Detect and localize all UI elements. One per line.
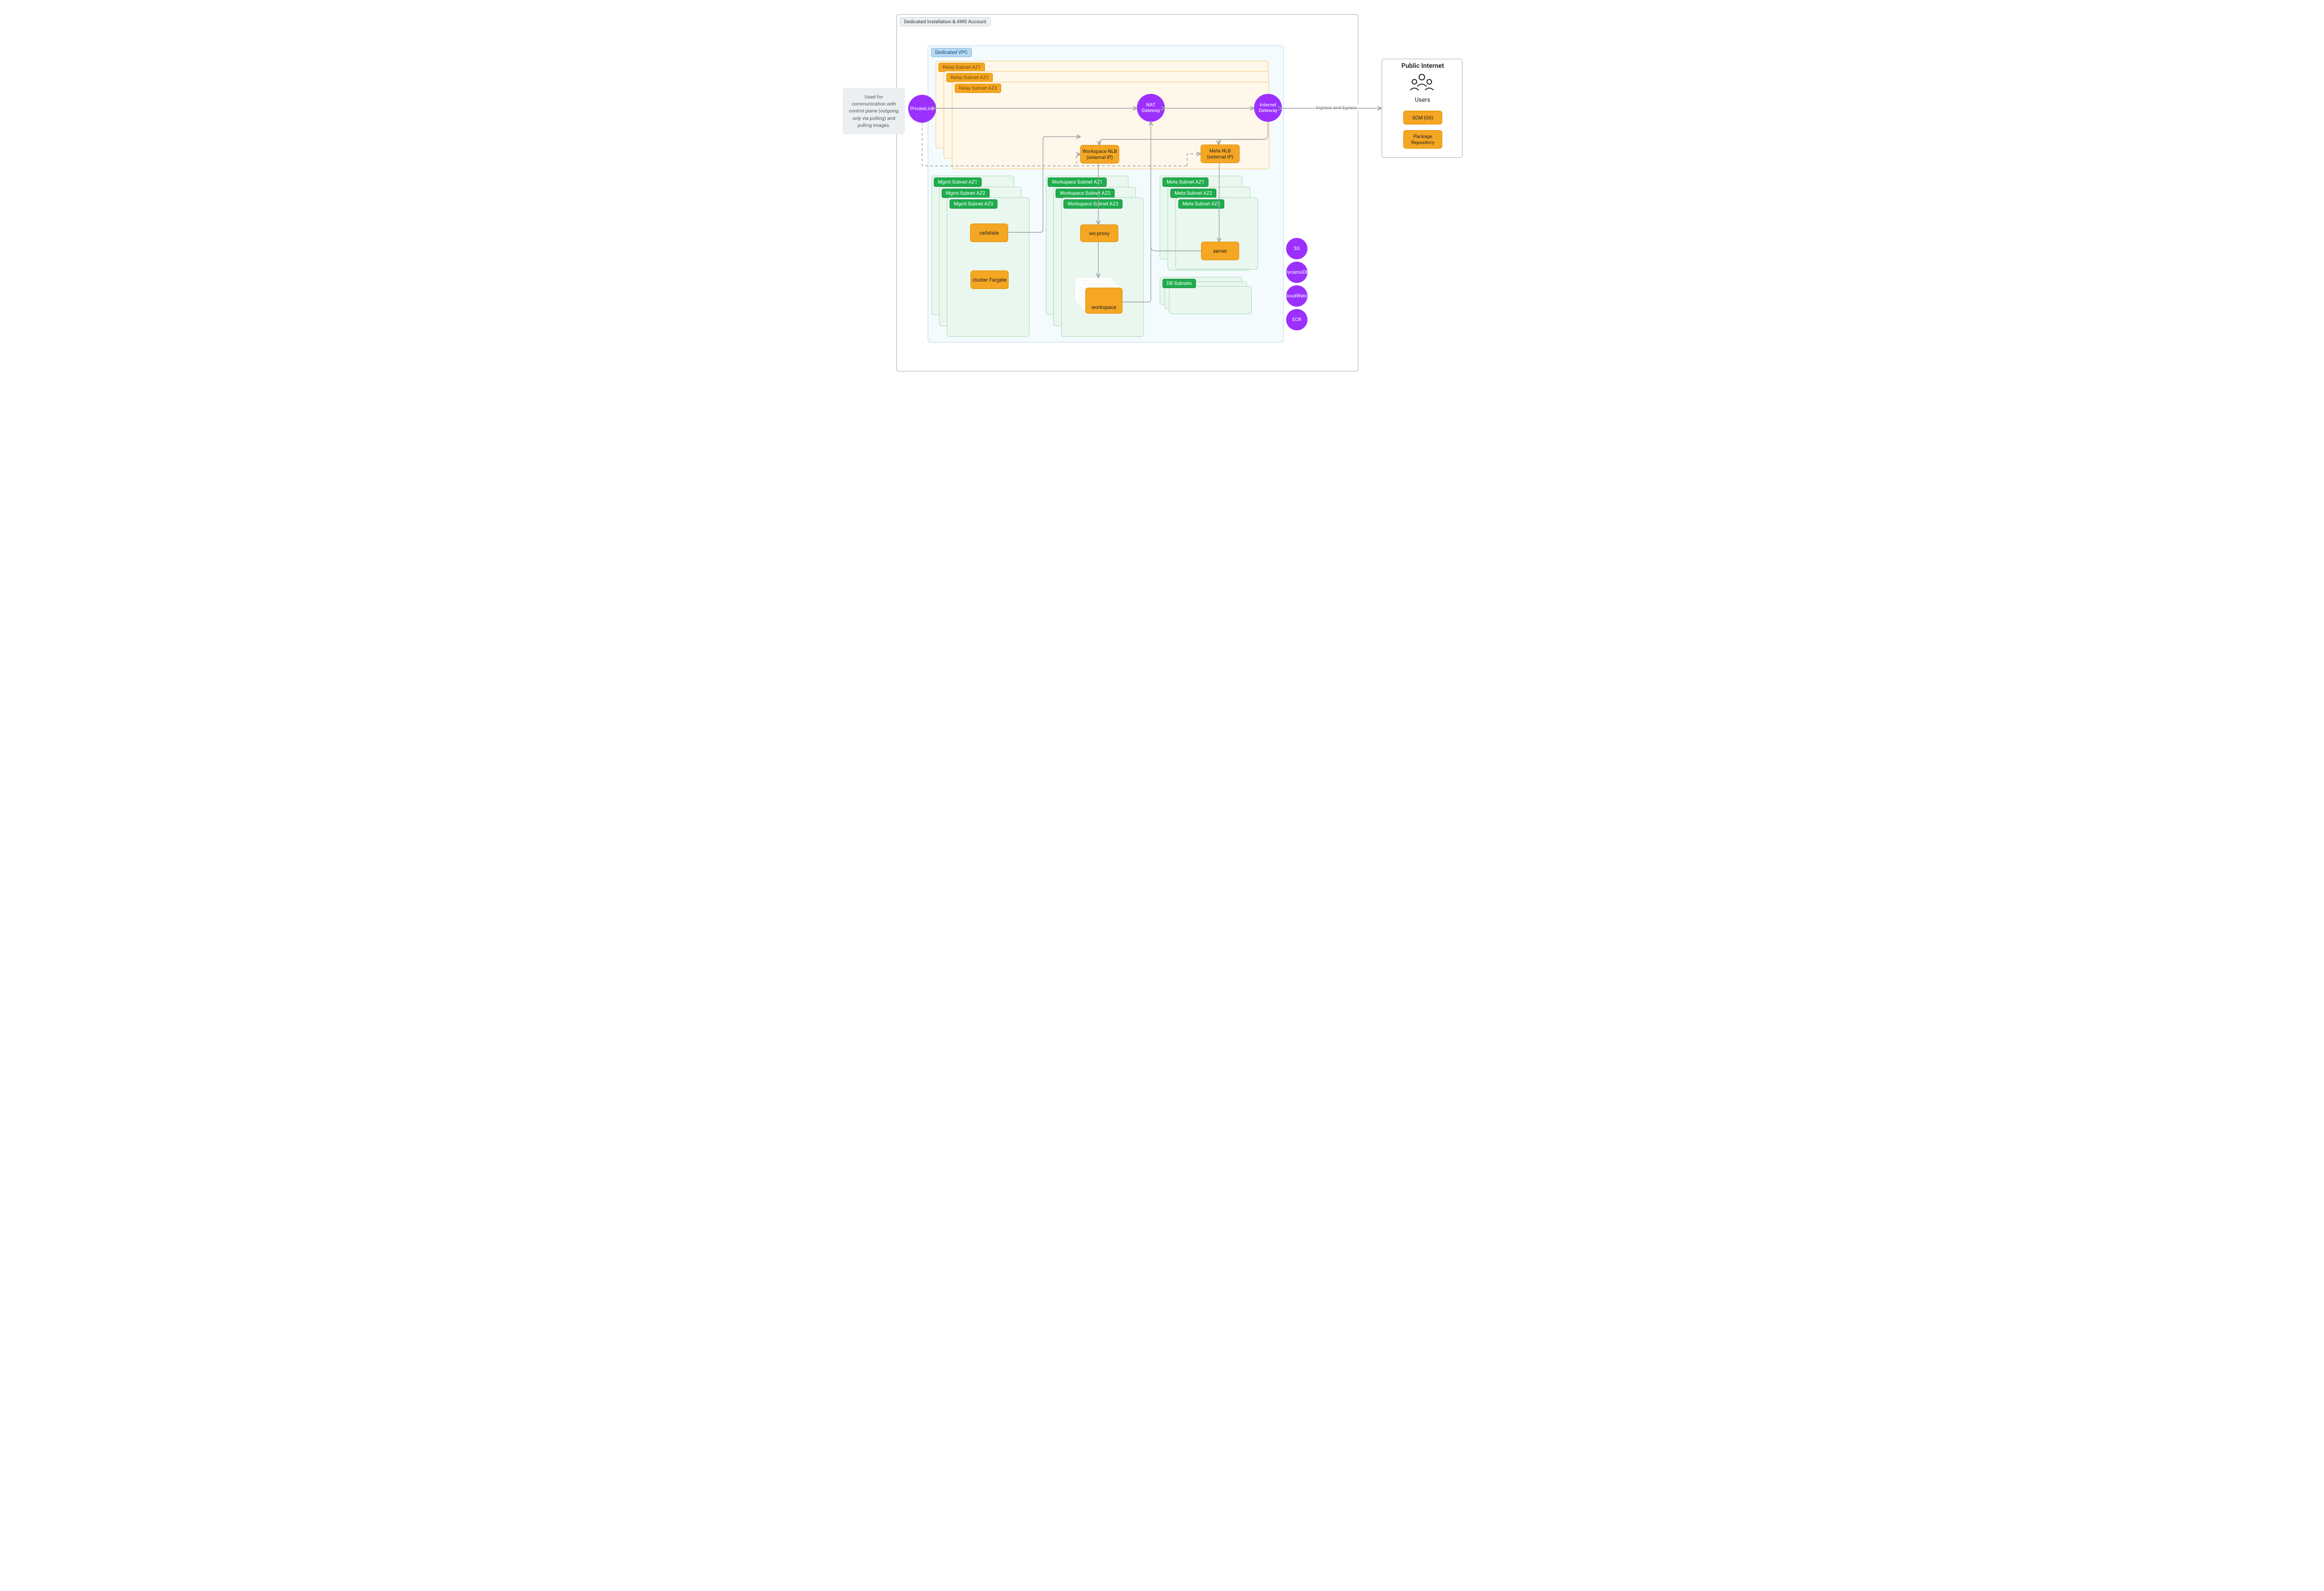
internet-gateway-circle: Internet Gateway: [1254, 94, 1282, 122]
public-internet-title: Public Internet: [1401, 62, 1444, 70]
meta-az3-label: Meta Subnet AZ3: [1178, 199, 1224, 209]
workspace-subnet-az3: [1061, 197, 1144, 337]
note-line2: via polling) and pulling images.: [858, 115, 896, 128]
ingress-egress-label: Ingress and Egress: [1314, 105, 1359, 111]
scm-git: SCM (Git): [1403, 111, 1442, 125]
workspace-service: workspace: [1085, 288, 1122, 314]
cellstate-service: cellstate: [970, 224, 1008, 242]
db-subnet-layer-3: [1169, 286, 1252, 314]
db-subnets-label: DB Subnets: [1162, 279, 1196, 288]
meta-az1-label: Meta Subnet AZ1: [1162, 178, 1208, 187]
mgmt-az3-label: Mgmt Subnet AZ3: [950, 199, 997, 209]
s3-circle: S3: [1286, 238, 1307, 259]
ws-az2-label: Workspace Subnet AZ2: [1056, 189, 1115, 198]
diagram-stage: Dedicated Installation & AWS Account Ded…: [813, 0, 1511, 398]
nat-gateway-circle: NAT Gateway: [1137, 94, 1165, 122]
cluster-fargate-service: cluster Fargate: [971, 270, 1009, 289]
ws-proxy-service: ws-proxy: [1080, 224, 1118, 242]
package-repository: Package Repository: [1403, 130, 1442, 149]
cloudwatch-circle: CloudWatch: [1286, 285, 1307, 307]
vpc-title-badge: Dedicated VPC: [931, 48, 972, 57]
users-label: Users: [1415, 97, 1430, 104]
mgmt-az2-label: Mgmt Subnet AZ2: [942, 189, 990, 198]
privatelink-circle: PrivateLink: [908, 95, 936, 123]
account-title-badge: Dedicated Installation & AWS Account: [900, 17, 990, 26]
ws-az1-label: Workspace Subnet AZ1: [1048, 178, 1107, 187]
ecr-circle: ECR: [1286, 309, 1307, 330]
relay-az3-label: Relay Subnet AZ3: [955, 84, 1001, 93]
dynamodb-circle: DynamoDB: [1286, 262, 1307, 283]
privatelink-note: Used for communication with control plan…: [843, 88, 905, 134]
meta-az2-label: Meta Subnet AZ2: [1170, 189, 1216, 198]
meta-nlb: Meta NLB (external IP): [1201, 145, 1240, 163]
ws-az3-label: Workspace Subnet AZ3: [1063, 199, 1122, 209]
workspace-nlb: Workspace NLB (external IP): [1080, 145, 1119, 164]
mgmt-az1-label: Mgmt Subnet AZ1: [934, 178, 982, 187]
relay-az2-label: Relay Subnet AZ2: [946, 73, 993, 82]
users-icon: [1408, 72, 1436, 94]
server-service: server: [1201, 242, 1239, 260]
mgmt-subnet-az3: [947, 197, 1030, 337]
